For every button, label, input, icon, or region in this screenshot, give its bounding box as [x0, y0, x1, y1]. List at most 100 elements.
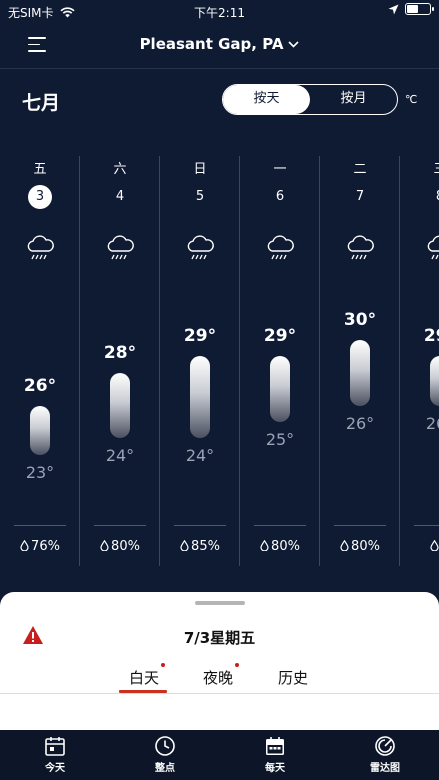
rain-cloud-icon — [107, 235, 134, 260]
date-label: 7 — [355, 189, 365, 204]
precip-value: 85% — [191, 539, 220, 554]
precip-value: 80% — [111, 539, 140, 554]
tab-label: 夜晚 — [203, 669, 234, 687]
date-label: 8 — [428, 185, 439, 209]
precip-value: 76% — [31, 539, 60, 554]
status-bar: 无SIM卡 下午2:11 — [0, 0, 439, 24]
date-label: 3 — [28, 185, 52, 209]
temp-range-bar — [110, 372, 130, 439]
raindrop-icon — [430, 540, 439, 551]
location-selector[interactable]: Pleasant Gap, PA — [0, 35, 439, 53]
tab-night[interactable]: 夜晚 — [203, 663, 239, 688]
weekday-label: 二 — [353, 162, 367, 177]
weekday-label: 五 — [33, 162, 47, 177]
rain-cloud-icon — [27, 235, 54, 260]
precip-divider — [94, 525, 146, 526]
tab-history[interactable]: 历史 — [278, 667, 308, 688]
month-label: 七月 — [22, 92, 61, 114]
high-temp: 28° — [103, 342, 137, 363]
raindrop-icon — [180, 540, 189, 551]
nav-label: 整点 — [155, 763, 175, 774]
precip-chance: 85% — [160, 539, 240, 554]
precip-chance: 80% — [240, 539, 320, 554]
temp-range-bar — [430, 356, 439, 406]
precip-chance: 2 — [400, 539, 439, 554]
calendar-today-icon — [45, 737, 65, 756]
rain-cloud-icon — [187, 235, 214, 260]
location-arrow-icon — [388, 4, 399, 14]
nav-hourly[interactable]: 整点 — [130, 735, 200, 774]
calendar-daily-icon — [266, 737, 284, 755]
view-toggle: 按天 按月 — [222, 84, 398, 115]
tab-daytime[interactable]: 白天 — [129, 663, 165, 688]
day-column[interactable]: 二 7 30° 26° 80% — [320, 150, 400, 570]
day-column[interactable]: 一 6 29° 25° 80% — [240, 150, 320, 570]
precip-divider — [174, 525, 226, 526]
header: Pleasant Gap, PA — [0, 28, 439, 64]
daily-forecast-strip: 五 3 26° 23° 76% 六 4 28° 24° 80% 日 5 29° … — [0, 150, 439, 570]
precip-chance: 80% — [320, 539, 400, 554]
precip-chance: 76% — [0, 539, 80, 554]
low-temp: 26° — [345, 413, 375, 433]
sheet-drag-handle[interactable] — [195, 601, 245, 605]
detail-date-title: 7/3星期五 — [183, 629, 256, 647]
raindrop-icon — [100, 540, 109, 551]
nav-today[interactable]: 今天 — [20, 735, 90, 774]
day-column[interactable]: 日 5 29° 24° 85% — [160, 150, 240, 570]
rain-cloud-icon — [347, 235, 374, 260]
toggle-by-month[interactable]: 按月 — [310, 85, 397, 114]
rain-cloud-icon — [427, 235, 439, 260]
date-label: 5 — [195, 189, 205, 204]
toggle-by-day[interactable]: 按天 — [223, 85, 310, 114]
weekday-label: 三 — [400, 158, 439, 177]
nav-label: 今天 — [45, 763, 65, 774]
header-divider — [0, 68, 439, 69]
precip-divider — [334, 525, 386, 526]
day-column[interactable]: 三 8 29° 26° 2 — [400, 150, 439, 570]
nav-daily[interactable]: 每天 — [240, 735, 310, 774]
weekday-label: 一 — [273, 162, 287, 177]
chevron-down-icon — [288, 41, 300, 48]
high-temp: 30° — [343, 310, 377, 330]
bottom-nav: 今天 整点 每天 雷达图 — [0, 730, 439, 780]
date-label: 6 — [275, 189, 285, 204]
new-indicator-dot — [235, 663, 239, 667]
clock-icon — [155, 736, 175, 756]
day-column[interactable]: 五 3 26° 23° 76% — [0, 150, 80, 570]
weekday-label: 日 — [193, 162, 207, 177]
low-temp: 26° — [425, 413, 439, 433]
nav-radar[interactable]: 雷达图 — [350, 735, 420, 774]
high-temp: 29° — [183, 326, 217, 347]
day-column[interactable]: 六 4 28° 24° 80% — [80, 150, 160, 570]
precip-chance: 80% — [80, 539, 160, 554]
nav-label: 雷达图 — [370, 763, 400, 774]
temp-range-bar — [270, 356, 290, 422]
tab-label: 白天 — [129, 669, 160, 687]
raindrop-icon — [340, 540, 349, 551]
date-label: 4 — [115, 189, 125, 204]
precip-value: 80% — [351, 539, 380, 554]
new-indicator-dot — [161, 663, 165, 667]
temp-range-bar — [350, 340, 370, 406]
low-temp: 25° — [265, 430, 295, 449]
precip-divider — [14, 525, 66, 526]
status-time: 下午2:11 — [194, 6, 245, 20]
weekday-label: 六 — [113, 162, 127, 177]
tab-label: 历史 — [278, 669, 309, 687]
radar-icon — [375, 736, 395, 756]
raindrop-icon — [260, 540, 269, 551]
temp-range-bar — [30, 405, 50, 455]
nav-label: 每天 — [265, 763, 285, 774]
unit-toggle[interactable]: ℃ — [405, 93, 417, 106]
location-label: Pleasant Gap, PA — [139, 35, 284, 53]
sheet-divider — [0, 693, 439, 694]
high-temp: 26° — [23, 375, 57, 396]
rain-cloud-icon — [267, 235, 294, 260]
battery-icon — [405, 3, 434, 15]
precip-divider — [254, 525, 306, 526]
high-temp: 29° — [263, 326, 297, 347]
day-detail-sheet: 7/3星期五 白天 夜晚 历史 — [0, 592, 439, 730]
status-right — [388, 3, 434, 15]
low-temp: 23° — [25, 462, 55, 482]
precip-value: 80% — [271, 539, 300, 554]
